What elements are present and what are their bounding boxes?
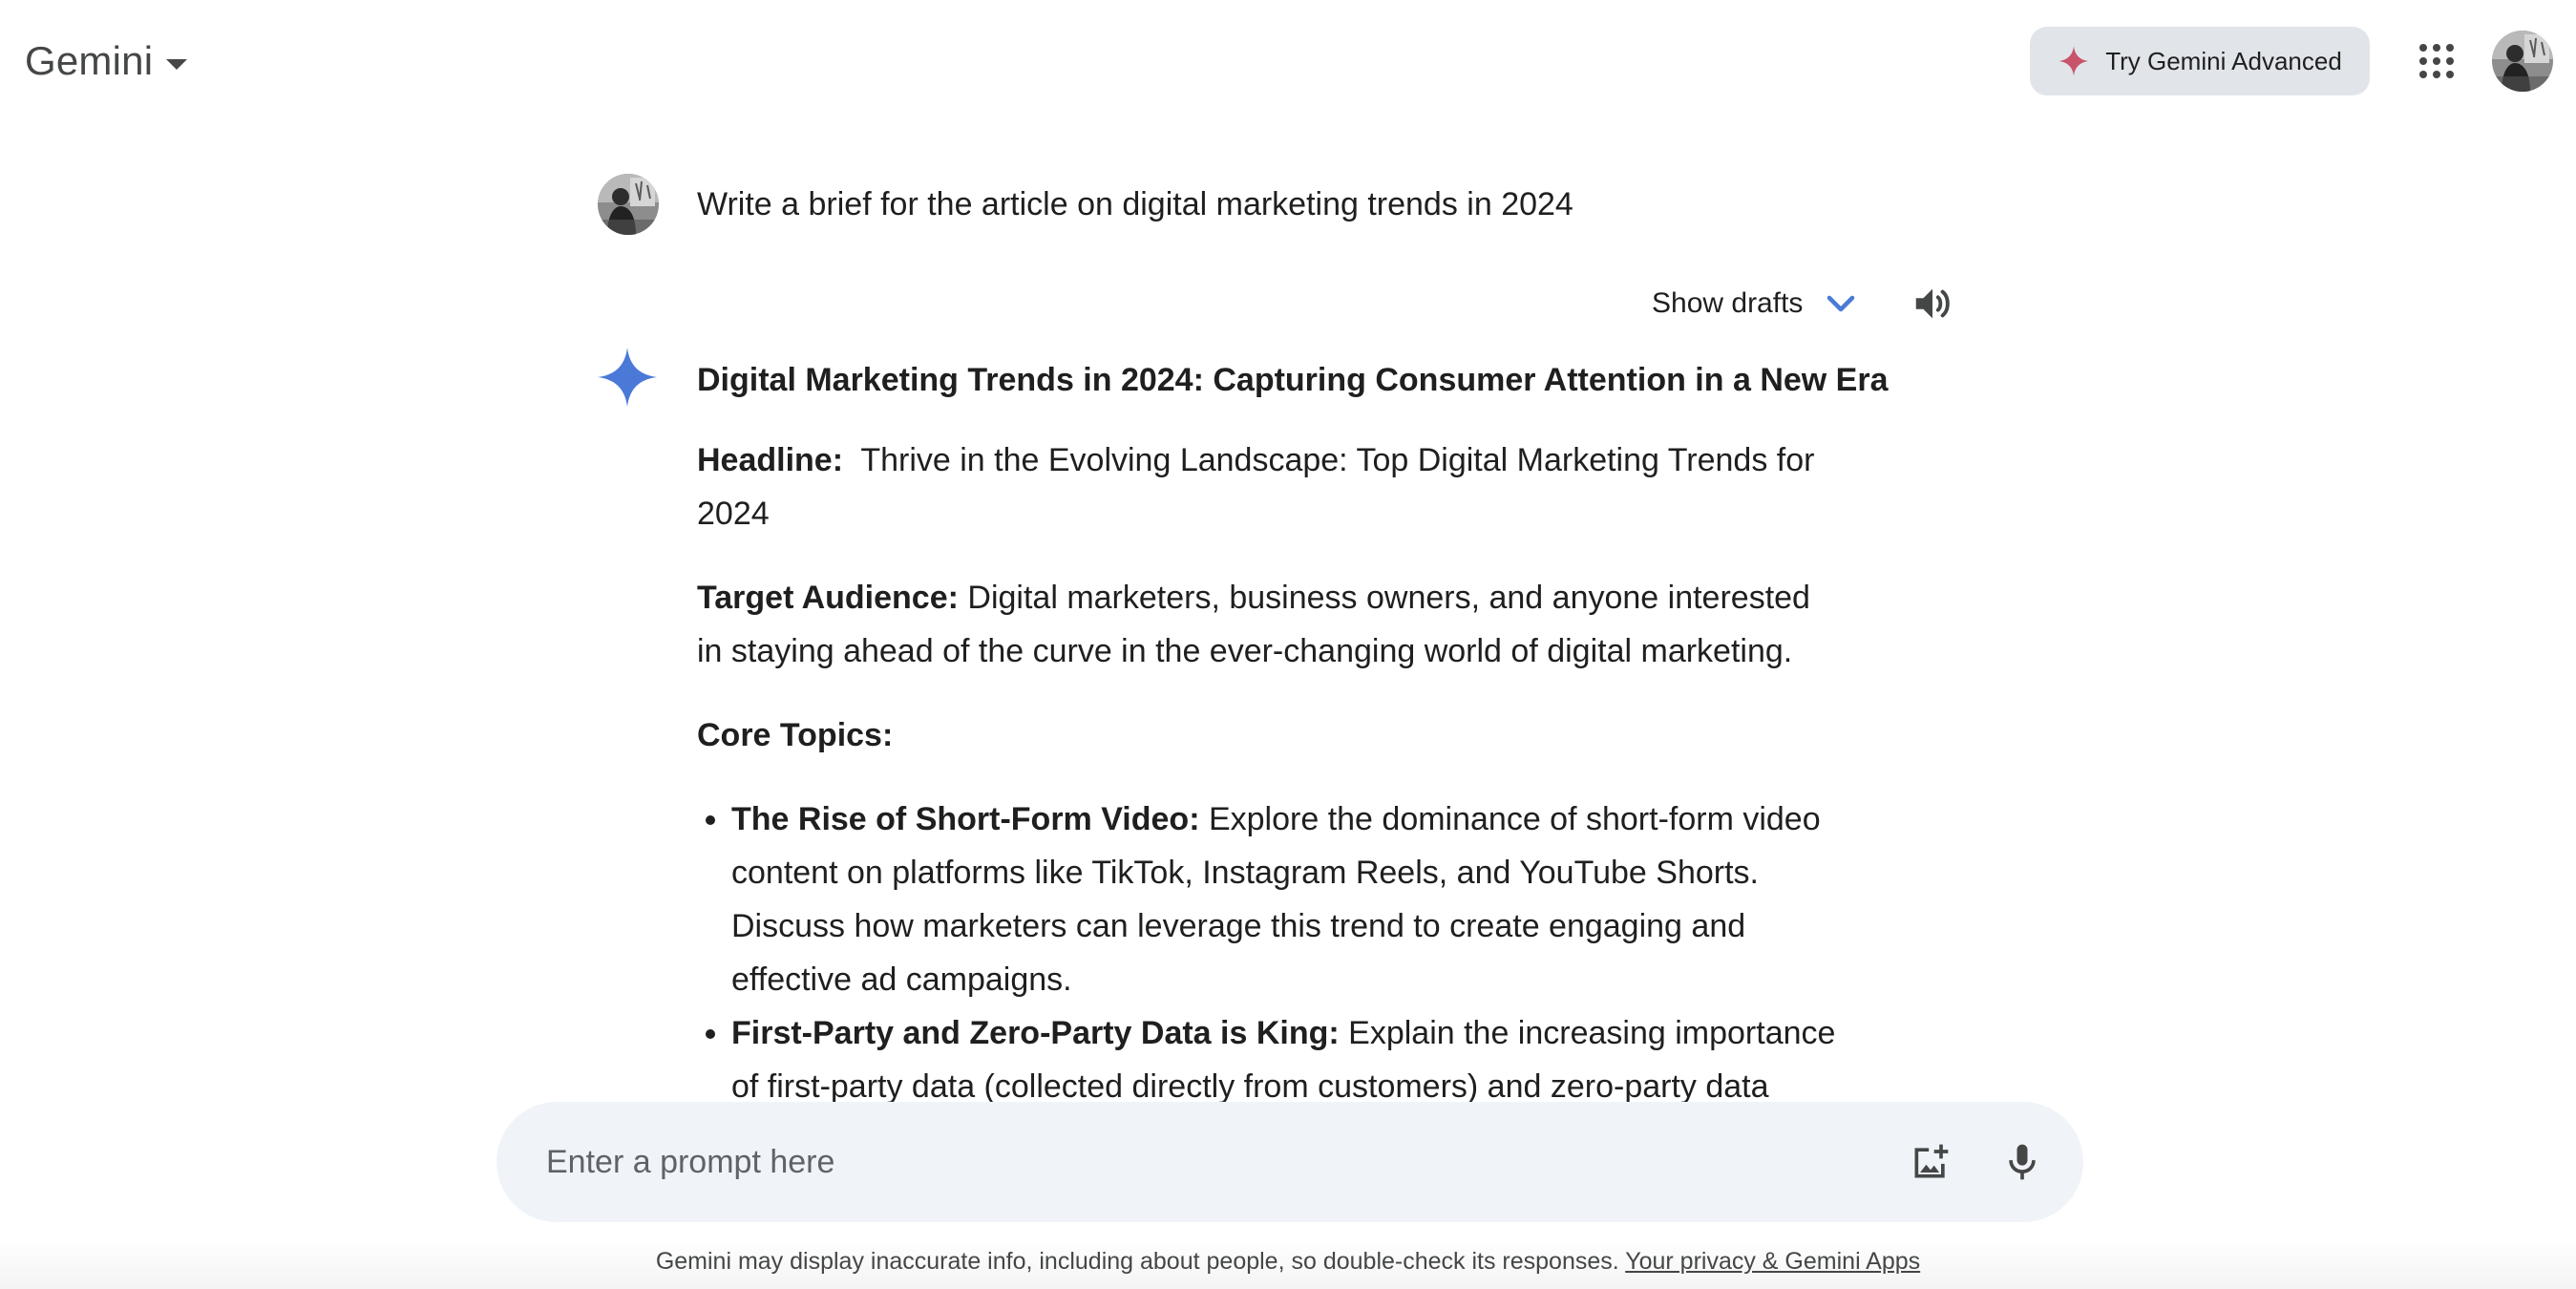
upload-image-button[interactable] bbox=[1900, 1131, 1961, 1193]
headline-paragraph: Headline: Thrive in the Evolving Landsca… bbox=[697, 433, 1843, 540]
user-query-text: Write a brief for the article on digital… bbox=[697, 186, 1573, 222]
gemini-app: Gemini Try Gemini Advanced Write a brief… bbox=[0, 0, 2576, 1289]
microphone-icon bbox=[2009, 1144, 2036, 1180]
audience-label: Target Audience: bbox=[697, 580, 959, 616]
gemini-spark-icon bbox=[598, 348, 657, 407]
conversation-area[interactable]: Write a brief for the article on digital… bbox=[0, 0, 2576, 1103]
topic-label: The Rise of Short-Form Video: bbox=[731, 801, 1200, 837]
headline-text: Thrive in the Evolving Landscape: Top Di… bbox=[697, 442, 1815, 532]
chevron-down-icon bbox=[1827, 295, 1855, 312]
footer-disclaimer: Gemini may display inaccurate info, incl… bbox=[0, 1237, 2576, 1289]
user-avatar bbox=[598, 174, 659, 235]
list-item: First-Party and Zero-Party Data is King:… bbox=[731, 1006, 1843, 1103]
show-drafts-button[interactable]: Show drafts bbox=[1652, 281, 1858, 327]
core-topics-label: Core Topics: bbox=[697, 717, 894, 753]
list-item: The Rise of Short-Form Video: Explore th… bbox=[731, 792, 1843, 1006]
avatar-image bbox=[598, 174, 659, 235]
audience-paragraph: Target Audience: Digital marketers, busi… bbox=[697, 571, 1843, 678]
microphone-button[interactable] bbox=[1992, 1131, 2053, 1193]
headline-label: Headline: bbox=[697, 442, 844, 478]
prompt-bar bbox=[496, 1102, 2083, 1222]
show-drafts-label: Show drafts bbox=[1652, 287, 1804, 319]
add-image-icon bbox=[1914, 1144, 1949, 1178]
prompt-input[interactable] bbox=[546, 1143, 1900, 1181]
response-title: Digital Marketing Trends in 2024: Captur… bbox=[697, 362, 1889, 398]
privacy-link[interactable]: Your privacy & Gemini Apps bbox=[1625, 1248, 1920, 1275]
topic-label: First-Party and Zero-Party Data is King: bbox=[731, 1015, 1340, 1051]
speaker-icon bbox=[1915, 288, 1950, 319]
listen-button[interactable] bbox=[1906, 277, 1959, 330]
topics-list: The Rise of Short-Form Video: Explore th… bbox=[731, 792, 1843, 1103]
disclaimer-text: Gemini may display inaccurate info, incl… bbox=[655, 1248, 1626, 1275]
core-topics-heading: Core Topics: bbox=[697, 708, 1843, 762]
model-response: Digital Marketing Trends in 2024: Captur… bbox=[697, 353, 1889, 1103]
